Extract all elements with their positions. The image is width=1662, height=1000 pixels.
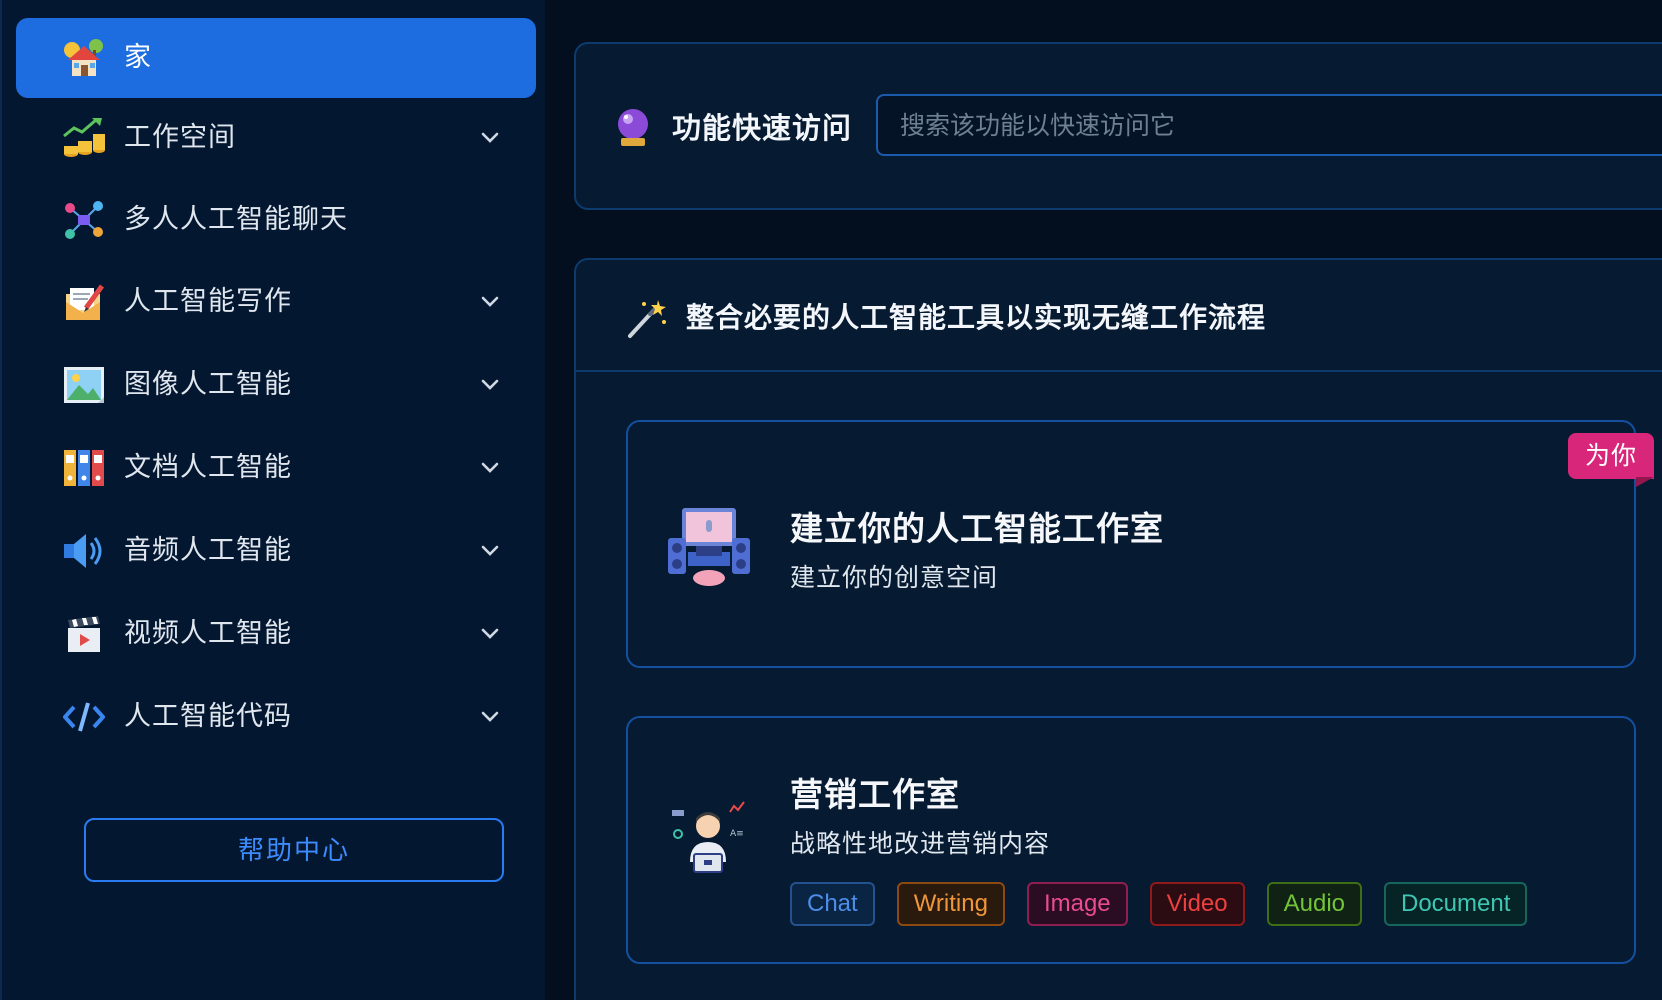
sidebar-item-ai-code[interactable]: 人工智能代码 <box>16 677 536 757</box>
sidebar-item-home[interactable]: 家 <box>16 18 536 98</box>
studio-card[interactable]: 建立你的人工智能工作室 建立你的创意空间 <box>626 420 1636 668</box>
sidebar-item-label: 工作空间 <box>124 122 236 153</box>
chevron-down-icon[interactable] <box>478 126 502 150</box>
card-title: 营销工作室 <box>790 775 960 814</box>
ai-tools-panel: 整合必要的人工智能工具以实现无缝工作流程 建立你的人工智能工作室 建立你的创意空… <box>574 258 1662 1000</box>
sidebar-item-multi-ai-chat[interactable]: 多人人工智能聊天 <box>16 180 536 260</box>
binders-icon <box>62 446 106 490</box>
feature-tags: Chat Writing Image Video Audio Document <box>790 882 1528 926</box>
badge-ribbon-tail <box>1636 477 1654 487</box>
crystal-ball-icon <box>612 106 654 148</box>
tag-video[interactable]: Video <box>1149 882 1245 926</box>
sidebar-item-label: 音频人工智能 <box>124 535 292 566</box>
quick-access-search-input[interactable] <box>876 94 1662 156</box>
card-title: 建立你的人工智能工作室 <box>790 509 1164 548</box>
sidebar-item-label: 视频人工智能 <box>124 618 292 649</box>
help-center-button[interactable]: 帮助中心 <box>84 818 504 882</box>
home-icon <box>62 36 106 80</box>
sidebar-item-workspace[interactable]: 工作空间 <box>16 98 536 178</box>
marketer-icon: A≡ <box>666 796 752 882</box>
chevron-down-icon[interactable] <box>478 622 502 646</box>
card-subtitle: 建立你的创意空间 <box>790 563 999 592</box>
app-root: 家 工作空间 多人人工智能聊天 人工智能写作 图像人工智能 文档人工智能 音频人… <box>0 0 1662 1000</box>
sidebar-item-label: 家 <box>124 42 152 73</box>
magic-wand-icon <box>624 298 666 340</box>
envelope-pencil-icon <box>62 280 106 324</box>
chevron-down-icon[interactable] <box>478 373 502 397</box>
picture-icon <box>62 363 106 407</box>
sidebar: 家 工作空间 多人人工智能聊天 人工智能写作 图像人工智能 文档人工智能 音频人… <box>0 0 545 1000</box>
sidebar-item-label: 人工智能写作 <box>124 286 292 317</box>
growth-chart-icon <box>62 116 106 160</box>
code-icon <box>62 695 106 739</box>
tools-panel-header: 整合必要的人工智能工具以实现无缝工作流程 <box>576 260 1662 372</box>
tag-document[interactable]: Document <box>1384 882 1528 926</box>
tag-image[interactable]: Image <box>1026 882 1128 926</box>
sidebar-item-video-ai[interactable]: 视频人工智能 <box>16 594 536 674</box>
sidebar-item-document-ai[interactable]: 文档人工智能 <box>16 428 536 508</box>
quick-access-panel: 功能快速访问 <box>574 42 1662 210</box>
tag-chat[interactable]: Chat <box>790 882 875 926</box>
sidebar-item-label: 人工智能代码 <box>124 701 292 732</box>
tag-audio[interactable]: Audio <box>1266 882 1362 926</box>
chevron-down-icon[interactable] <box>478 290 502 314</box>
quick-access-title: 功能快速访问 <box>672 111 853 145</box>
studio-desk-icon <box>666 502 752 588</box>
sidebar-item-ai-writing[interactable]: 人工智能写作 <box>16 262 536 342</box>
sidebar-item-label: 图像人工智能 <box>124 369 292 400</box>
sidebar-item-audio-ai[interactable]: 音频人工智能 <box>16 511 536 591</box>
sidebar-item-label: 文档人工智能 <box>124 452 292 483</box>
marketing-studio-card[interactable]: A≡ 营销工作室 战略性地改进营销内容 Chat Writing Image V… <box>626 716 1636 964</box>
for-you-badge: 为你 <box>1568 433 1654 479</box>
chevron-down-icon[interactable] <box>478 705 502 729</box>
sidebar-item-label: 多人人工智能聊天 <box>124 204 348 235</box>
clapperboard-icon <box>62 612 106 656</box>
tools-panel-title: 整合必要的人工智能工具以实现无缝工作流程 <box>686 301 1267 334</box>
card-subtitle: 战略性地改进营销内容 <box>790 829 1051 858</box>
network-icon <box>62 198 106 242</box>
chevron-down-icon[interactable] <box>478 456 502 480</box>
tag-writing[interactable]: Writing <box>896 882 1005 926</box>
chevron-down-icon[interactable] <box>478 539 502 563</box>
svg-text:A≡: A≡ <box>730 829 744 839</box>
sidebar-item-image-ai[interactable]: 图像人工智能 <box>16 345 536 425</box>
speaker-icon <box>62 529 106 573</box>
